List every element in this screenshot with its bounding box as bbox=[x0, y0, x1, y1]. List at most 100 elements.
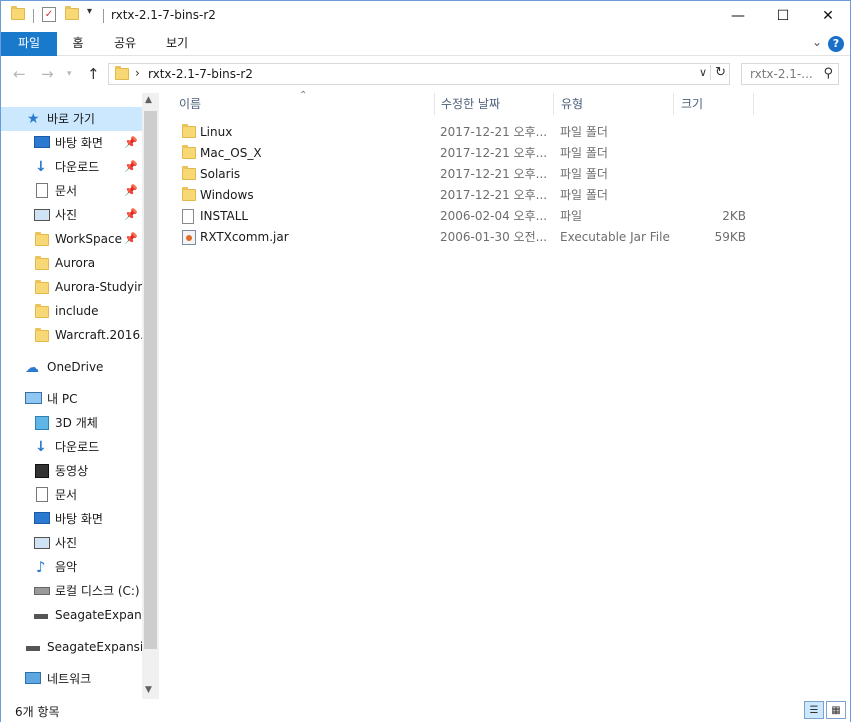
breadcrumb-chevron-icon[interactable]: › bbox=[135, 66, 140, 80]
expand-ribbon-icon[interactable]: ⌄ bbox=[812, 35, 822, 49]
file-name: Mac_OS_X bbox=[200, 146, 262, 160]
nav-onedrive[interactable]: ☁ OneDrive bbox=[1, 355, 142, 379]
scroll-down-icon[interactable]: ▼ bbox=[145, 685, 152, 695]
nav-documents[interactable]: 문서 📌 bbox=[1, 179, 142, 203]
nav-include[interactable]: include bbox=[1, 299, 142, 323]
address-dropdown-icon[interactable]: ∨ bbox=[699, 66, 707, 79]
status-bar: 6개 항목 ☰ ▦ bbox=[1, 699, 850, 722]
refresh-icon[interactable]: ↻ bbox=[710, 65, 726, 80]
nav-this-pc[interactable]: 내 PC bbox=[1, 387, 142, 411]
divider bbox=[33, 9, 34, 23]
nav-label: 다운로드 bbox=[55, 440, 100, 454]
nav-network[interactable]: 네트워크 bbox=[1, 667, 142, 691]
nav-label: Aurora-Studying bbox=[55, 280, 142, 294]
table-row[interactable]: Windows 2017-12-21 오후... 파일 폴더 bbox=[176, 185, 756, 206]
nav-videos[interactable]: 동영상 bbox=[1, 459, 142, 483]
nav-label: 다운로드 bbox=[55, 160, 100, 174]
drive-icon bbox=[34, 587, 50, 595]
nav-pc-desktop[interactable]: 바탕 화면 bbox=[1, 507, 142, 531]
file-date: 2006-02-04 오후... bbox=[440, 209, 548, 223]
window-title: rxtx-2.1-7-bins-r2 bbox=[111, 8, 216, 22]
nav-downloads[interactable]: ↓ 다운로드 📌 bbox=[1, 155, 142, 179]
column-size[interactable]: 크기 bbox=[673, 93, 754, 115]
nav-3d-objects[interactable]: 3D 개체 bbox=[1, 411, 142, 435]
nav-seagate-pc[interactable]: SeagateExpansion bbox=[1, 603, 142, 627]
nav-scrollbar[interactable]: ▲ ▼ bbox=[142, 93, 159, 699]
tab-view[interactable]: 보기 bbox=[157, 32, 197, 56]
customize-toolbar-icon[interactable]: ▾ bbox=[87, 6, 92, 17]
nav-seagate[interactable]: SeagateExpansion bbox=[1, 635, 142, 659]
scrollbar-thumb[interactable] bbox=[144, 111, 157, 649]
nav-label: 3D 개체 bbox=[55, 416, 98, 430]
nav-pc-downloads[interactable]: ↓ 다운로드 bbox=[1, 435, 142, 459]
file-type: 파일 bbox=[560, 209, 583, 223]
up-arrow-icon[interactable]: ↑ bbox=[87, 65, 100, 83]
nav-workspace[interactable]: WorkSpace 📌 bbox=[1, 227, 142, 251]
tab-home[interactable]: 홈 bbox=[61, 32, 95, 56]
nav-label: 사진 bbox=[55, 208, 78, 222]
pin-icon[interactable]: 📌 bbox=[124, 203, 138, 227]
nav-pc-pictures[interactable]: 사진 bbox=[1, 531, 142, 555]
file-type: Executable Jar File bbox=[560, 230, 670, 244]
file-size: 59KB bbox=[714, 230, 746, 244]
nav-aurora[interactable]: Aurora bbox=[1, 251, 142, 275]
nav-local-disk[interactable]: 로컬 디스크 (C:) bbox=[1, 579, 142, 603]
details-view-icon[interactable]: ☰ bbox=[804, 701, 824, 719]
maximize-button[interactable]: ☐ bbox=[760, 1, 806, 31]
nav-music[interactable]: ♪ 음악 bbox=[1, 555, 142, 579]
table-row[interactable]: Solaris 2017-12-21 오후... 파일 폴더 bbox=[176, 164, 756, 185]
pin-icon[interactable]: 📌 bbox=[124, 155, 138, 179]
column-date[interactable]: 수정한 날짜 bbox=[433, 93, 554, 115]
pin-icon[interactable]: 📌 bbox=[124, 227, 138, 251]
scroll-up-icon[interactable]: ▲ bbox=[145, 95, 152, 105]
folder-icon bbox=[35, 304, 49, 318]
nav-warcraft[interactable]: Warcraft.2016.1 bbox=[1, 323, 142, 347]
folder-icon bbox=[35, 280, 49, 294]
table-row[interactable]: RXTXcomm.jar 2006-01-30 오전... Executable… bbox=[176, 227, 756, 248]
new-folder-icon[interactable] bbox=[65, 6, 79, 20]
nav-label: OneDrive bbox=[47, 360, 104, 374]
breadcrumb[interactable]: rxtx-2.1-7-bins-r2 bbox=[148, 67, 253, 81]
nav-label: SeagateExpansion bbox=[47, 640, 142, 654]
folder-icon bbox=[182, 187, 196, 201]
properties-icon[interactable]: ✓ bbox=[42, 7, 56, 22]
back-arrow-icon[interactable]: ← bbox=[13, 65, 26, 83]
recent-locations-icon[interactable]: ▾ bbox=[67, 69, 72, 79]
nav-aurora-studying[interactable]: Aurora-Studying bbox=[1, 275, 142, 299]
file-icon bbox=[182, 209, 194, 224]
tab-file[interactable]: 파일 bbox=[1, 32, 57, 56]
pictures-icon bbox=[34, 537, 50, 549]
nav-pictures[interactable]: 사진 📌 bbox=[1, 203, 142, 227]
file-date: 2017-12-21 오후... bbox=[440, 125, 548, 139]
table-row[interactable]: INSTALL 2006-02-04 오후... 파일 2KB bbox=[176, 206, 756, 227]
close-button[interactable]: ✕ bbox=[805, 1, 851, 31]
file-date: 2017-12-21 오후... bbox=[440, 146, 548, 160]
nav-label: 바탕 화면 bbox=[55, 512, 103, 526]
search-icon[interactable]: ⚲ bbox=[823, 66, 833, 81]
ribbon-tabs: 파일 홈 공유 보기 ⌄ ? bbox=[1, 32, 850, 56]
folder-icon bbox=[115, 66, 129, 80]
film-icon bbox=[35, 464, 49, 478]
pin-icon[interactable]: 📌 bbox=[124, 179, 138, 203]
nav-quick-access[interactable]: ★ 바로 가기 bbox=[1, 107, 142, 131]
search-placeholder: rxtx-2.1-... bbox=[750, 67, 813, 81]
folder-icon bbox=[35, 232, 49, 246]
nav-desktop[interactable]: 바탕 화면 📌 bbox=[1, 131, 142, 155]
table-row[interactable]: Linux 2017-12-21 오후... 파일 폴더 bbox=[176, 122, 756, 143]
column-type[interactable]: 유형 bbox=[553, 93, 674, 115]
search-input[interactable]: rxtx-2.1-... ⚲ bbox=[741, 63, 839, 85]
help-icon[interactable]: ? bbox=[828, 36, 844, 52]
nav-pc-documents[interactable]: 문서 bbox=[1, 483, 142, 507]
minimize-button[interactable]: — bbox=[715, 1, 761, 31]
table-row[interactable]: Mac_OS_X 2017-12-21 오후... 파일 폴더 bbox=[176, 143, 756, 164]
address-bar[interactable]: › rxtx-2.1-7-bins-r2 ∨ ↻ bbox=[108, 63, 730, 85]
large-icons-view-icon[interactable]: ▦ bbox=[826, 701, 846, 719]
file-size: 2KB bbox=[722, 209, 746, 223]
nav-label: 내 PC bbox=[47, 392, 78, 406]
column-name[interactable]: 이름 bbox=[171, 93, 435, 115]
tab-share[interactable]: 공유 bbox=[105, 32, 145, 56]
file-date: 2006-01-30 오전... bbox=[440, 230, 548, 244]
pin-icon[interactable]: 📌 bbox=[124, 131, 138, 155]
forward-arrow-icon[interactable]: → bbox=[41, 65, 54, 83]
file-type: 파일 폴더 bbox=[560, 125, 608, 139]
